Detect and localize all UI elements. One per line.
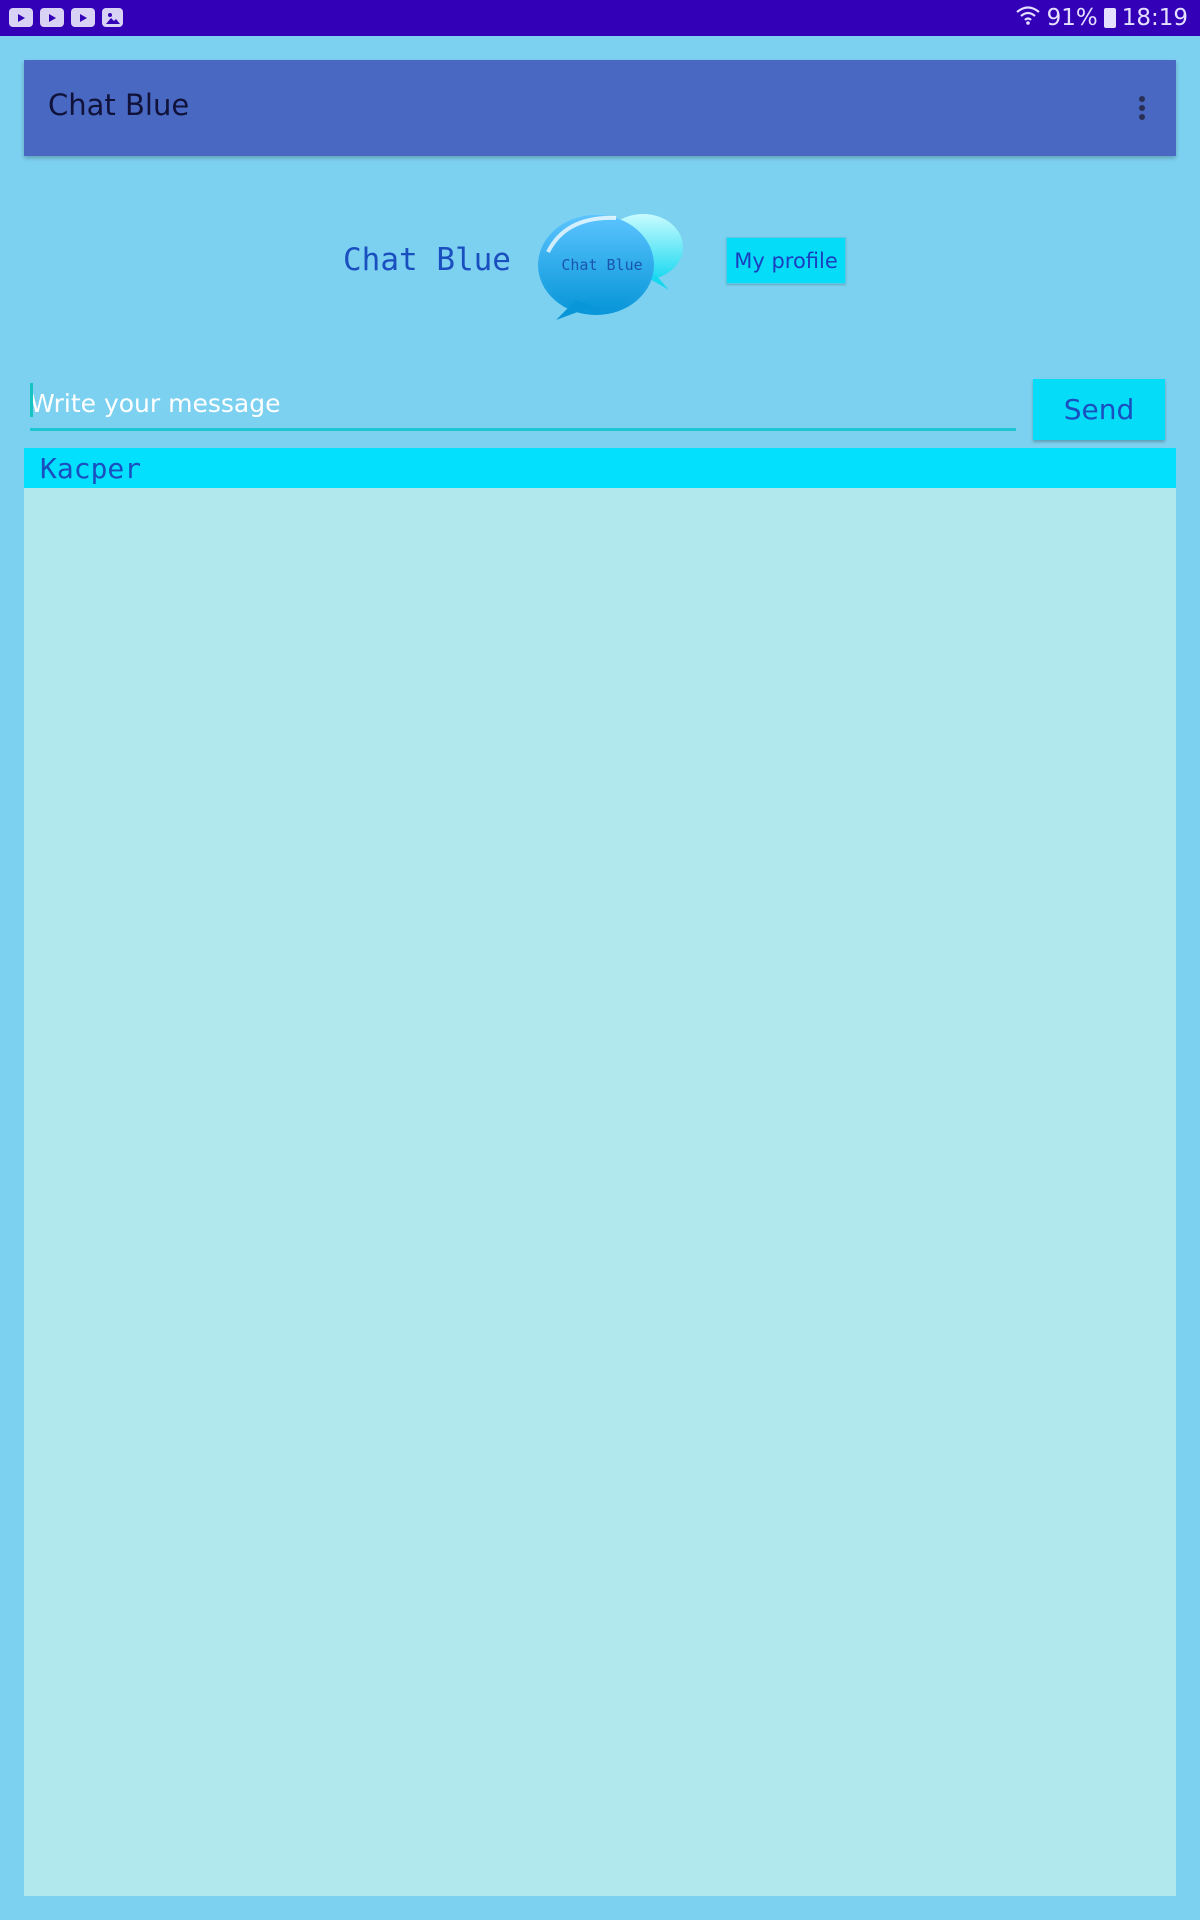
message-field[interactable] <box>30 378 1016 432</box>
chat-bubbles-logo: Chat Blue <box>536 200 686 325</box>
youtube-icon <box>9 8 33 27</box>
logo-label: Chat Blue <box>561 256 643 274</box>
text-cursor <box>30 383 33 417</box>
my-profile-button[interactable]: My profile <box>726 237 846 284</box>
battery-icon <box>1103 8 1116 28</box>
chat-list: Kacper <box>24 448 1176 1896</box>
chat-list-item[interactable]: Kacper <box>24 448 1176 488</box>
system-status: 91% 18:19 <box>1015 4 1188 32</box>
chat-screen: 91% 18:19 Chat Blue Chat Blue Chat Blue … <box>0 0 1200 1920</box>
youtube-icon <box>71 8 95 27</box>
app-bar: Chat Blue <box>24 60 1176 156</box>
notification-icons <box>9 8 123 27</box>
battery-percent: 91% <box>1046 5 1098 31</box>
brand-title: Chat Blue <box>343 242 511 278</box>
message-input[interactable] <box>30 378 1016 428</box>
youtube-icon <box>40 8 64 27</box>
wifi-icon <box>1015 4 1041 32</box>
clock: 18:19 <box>1121 5 1188 31</box>
send-button[interactable]: Send <box>1033 379 1165 440</box>
image-icon <box>102 8 123 27</box>
status-bar: 91% 18:19 <box>0 0 1200 36</box>
app-title: Chat Blue <box>48 88 190 122</box>
overflow-menu-icon[interactable] <box>1136 90 1148 126</box>
input-underline <box>30 428 1016 431</box>
